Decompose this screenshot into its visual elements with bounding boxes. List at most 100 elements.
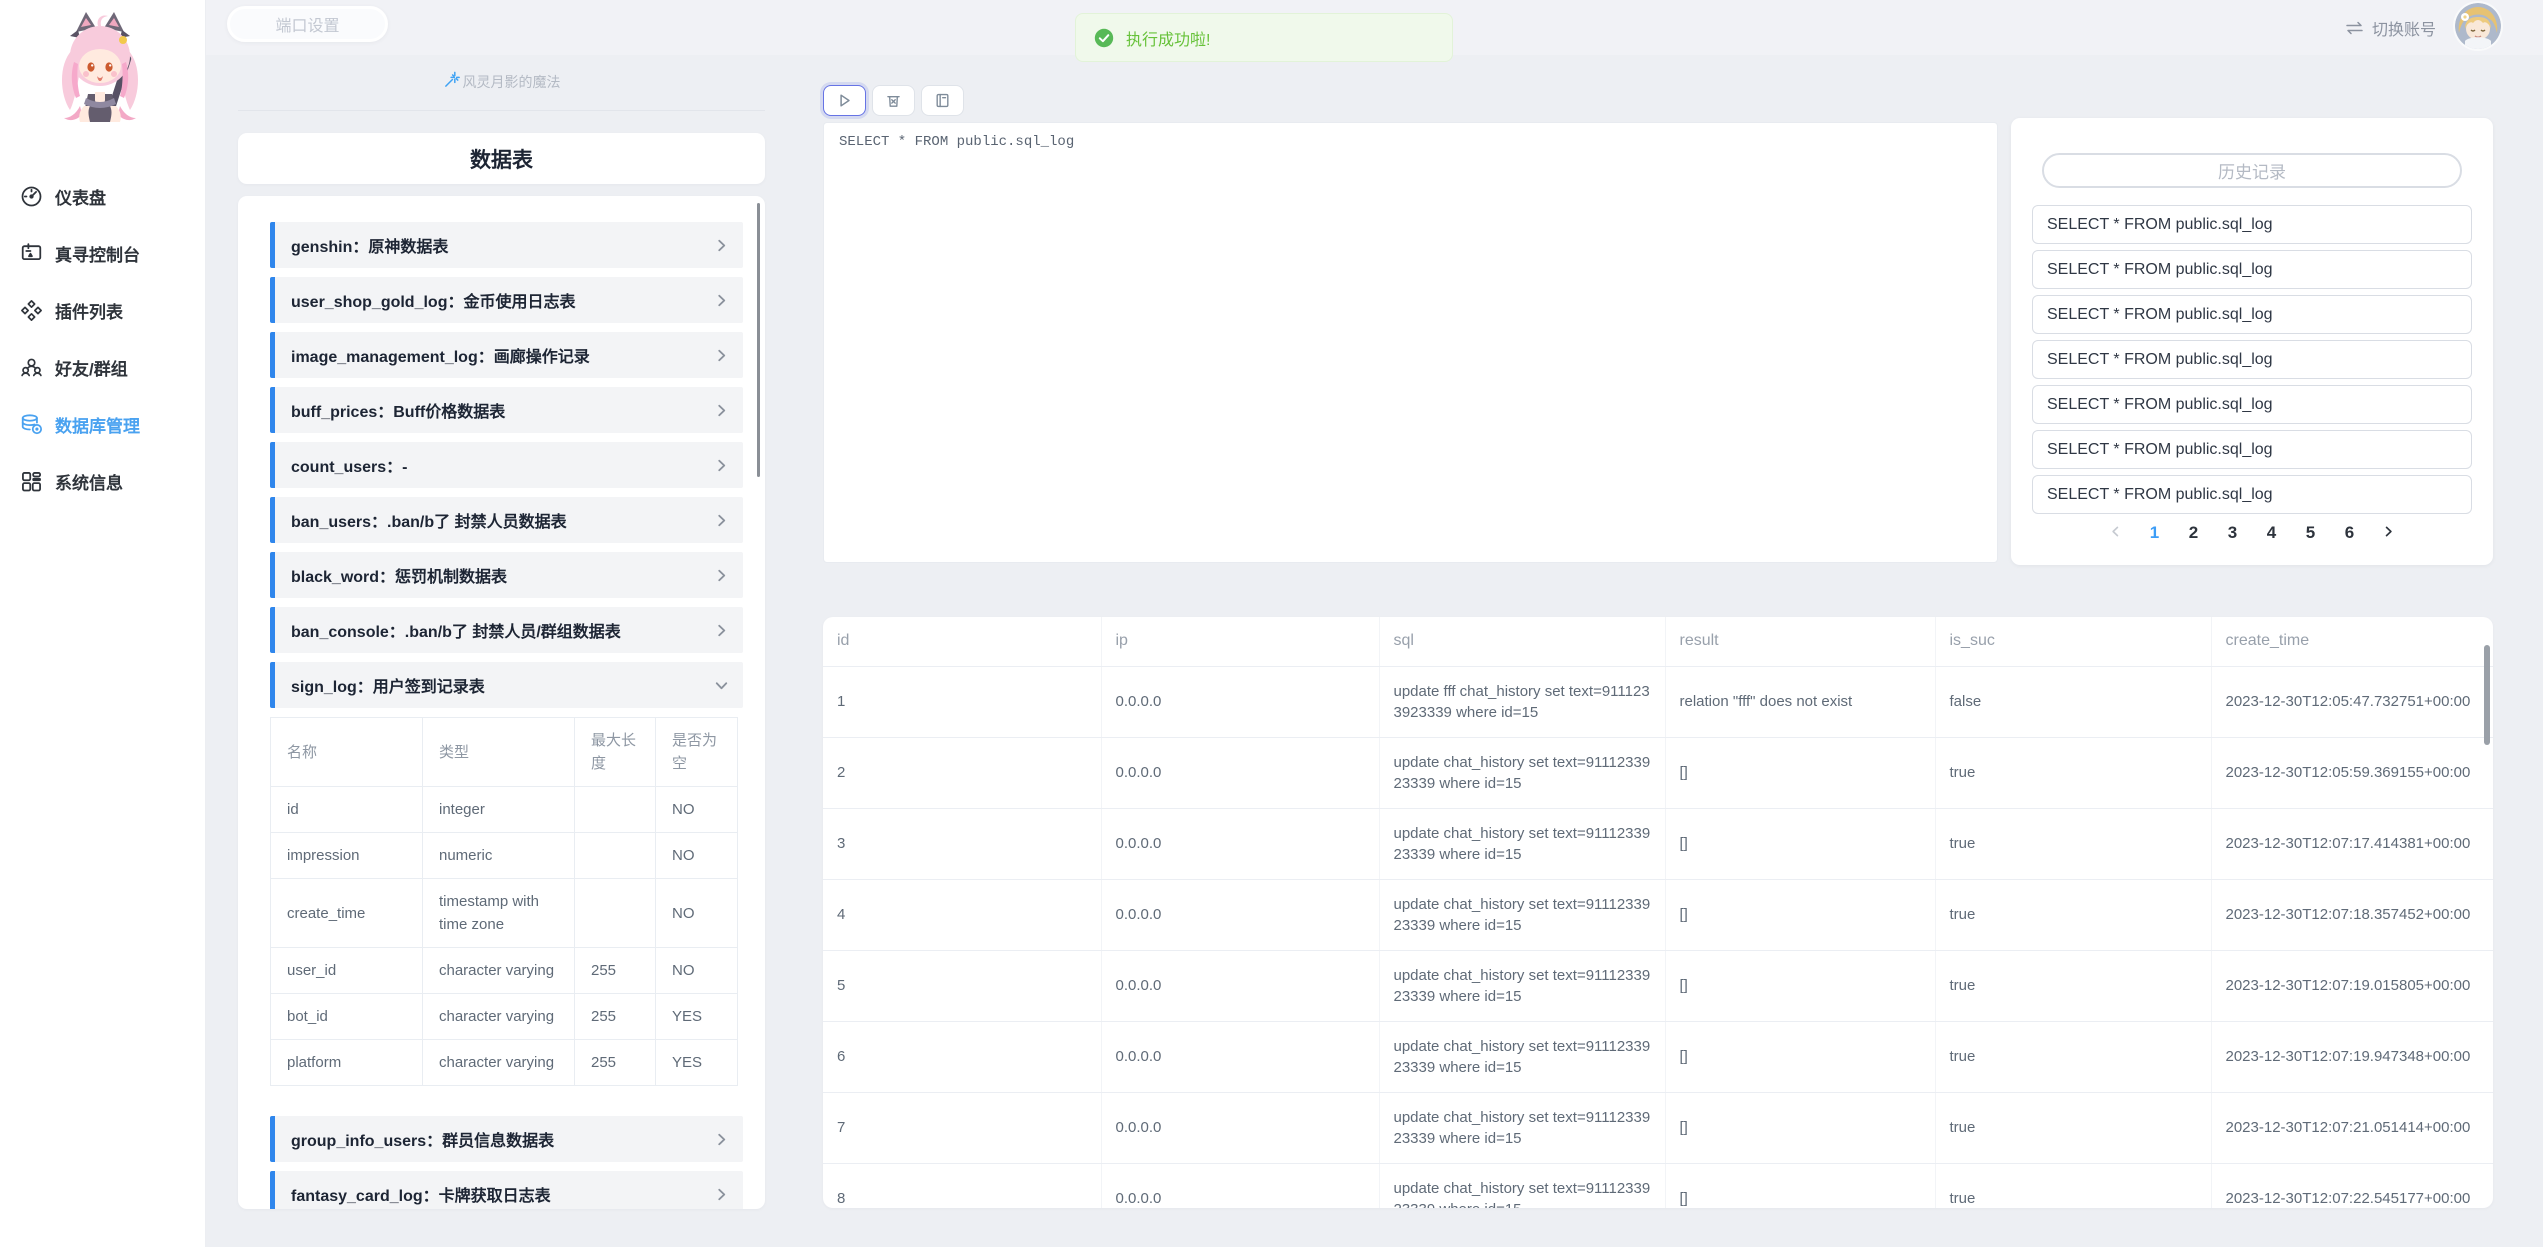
sidebar-item[interactable]: 数据库管理 bbox=[0, 396, 205, 453]
table-list-item[interactable]: count_users：- bbox=[270, 442, 743, 488]
schema-row: create_timetimestamp with time zoneNO bbox=[271, 879, 738, 948]
history-item[interactable]: SELECT * FROM public.sql_log bbox=[2032, 475, 2472, 514]
pagination-page[interactable]: 2 bbox=[2185, 523, 2203, 543]
chevron-left-icon bbox=[2109, 523, 2122, 542]
schema-header-cell: 类型 bbox=[423, 718, 575, 787]
cell-result: [] bbox=[1665, 1021, 1935, 1092]
chevron-right-icon bbox=[714, 293, 729, 308]
pagination-page[interactable]: 4 bbox=[2263, 523, 2281, 543]
column-header-ip: ip bbox=[1101, 617, 1379, 666]
results-scrollbar-thumb[interactable] bbox=[2484, 645, 2490, 745]
toast-message: 执行成功啦! bbox=[1126, 26, 1210, 50]
schema-cell: character varying bbox=[423, 948, 575, 994]
cell-id: 7 bbox=[823, 1092, 1101, 1163]
history-item[interactable]: SELECT * FROM public.sql_log bbox=[2032, 295, 2472, 334]
sidebar-item[interactable]: 系统信息 bbox=[0, 453, 205, 510]
chevron-right-icon bbox=[714, 568, 729, 583]
port-settings-button[interactable]: 端口设置 bbox=[227, 6, 388, 42]
table-item-label: count_users：- bbox=[291, 453, 407, 477]
schema-cell: NO bbox=[656, 833, 738, 879]
user-avatar[interactable] bbox=[2455, 3, 2501, 49]
switch-account-button[interactable]: 切换账号 bbox=[2345, 16, 2436, 40]
swap-arrows-icon bbox=[2345, 20, 2364, 36]
cell-is_suc: true bbox=[1935, 1021, 2211, 1092]
sidebar-item-label: 真寻控制台 bbox=[55, 241, 140, 266]
watermark: 风灵月影的魔法 bbox=[238, 72, 765, 92]
table-list-item[interactable]: ban_users：.ban/b了 封禁人员数据表 bbox=[270, 497, 743, 543]
table-list-item[interactable]: genshin：原神数据表 bbox=[270, 222, 743, 268]
cell-id: 2 bbox=[823, 737, 1101, 808]
table-list-item[interactable]: fantasy_card_log：卡牌获取日志表 bbox=[270, 1171, 743, 1209]
tables-title: 数据表 bbox=[470, 144, 533, 174]
cell-create_time: 2023-12-30T12:05:59.369155+00:00 bbox=[2211, 737, 2493, 808]
schema-row: impressionnumericNO bbox=[271, 833, 738, 879]
bot-avatar bbox=[50, 10, 150, 128]
cell-result: relation "fff" does not exist bbox=[1665, 666, 1935, 737]
table-item-label: image_management_log：画廊操作记录 bbox=[291, 343, 590, 367]
run-query-button[interactable] bbox=[823, 85, 866, 116]
cell-ip: 0.0.0.0 bbox=[1101, 1092, 1379, 1163]
table-list-item[interactable]: black_word：惩罚机制数据表 bbox=[270, 552, 743, 598]
sidebar-item[interactable]: 好友/群组 bbox=[0, 339, 205, 396]
sidebar-item-label: 插件列表 bbox=[55, 298, 123, 323]
switch-account-label: 切换账号 bbox=[2372, 16, 2436, 40]
history-item[interactable]: SELECT * FROM public.sql_log bbox=[2032, 385, 2472, 424]
tables-list: genshin：原神数据表 user_shop_gold_log：金币使用日志表i… bbox=[270, 222, 743, 1209]
history-item[interactable]: SELECT * FROM public.sql_log bbox=[2032, 250, 2472, 289]
pagination-page[interactable]: 5 bbox=[2302, 523, 2320, 543]
schema-header-cell: 最大长度 bbox=[575, 718, 656, 787]
sql-editor[interactable]: SELECT * FROM public.sql_log bbox=[823, 122, 1998, 563]
history-item[interactable]: SELECT * FROM public.sql_log bbox=[2032, 205, 2472, 244]
schema-cell: YES bbox=[656, 1040, 738, 1086]
cell-sql: update fff chat_history set text=9111233… bbox=[1379, 666, 1665, 737]
cell-is_suc: true bbox=[1935, 1092, 2211, 1163]
column-header-id: id bbox=[823, 617, 1101, 666]
sql-editor-text[interactable]: SELECT * FROM public.sql_log bbox=[824, 123, 1997, 161]
sidebar-item[interactable]: 插件列表 bbox=[0, 282, 205, 339]
schema-cell: timestamp with time zone bbox=[423, 879, 575, 948]
table-list-item[interactable]: ban_console：.ban/b了 封禁人员/群组数据表 bbox=[270, 607, 743, 653]
schema-row: user_idcharacter varying255NO bbox=[271, 948, 738, 994]
pagination-page[interactable]: 6 bbox=[2341, 523, 2359, 543]
cell-ip: 0.0.0.0 bbox=[1101, 666, 1379, 737]
table-list-item[interactable]: sign_log：用户签到记录表 bbox=[270, 662, 743, 708]
cell-create_time: 2023-12-30T12:07:17.414381+00:00 bbox=[2211, 808, 2493, 879]
pagination-next[interactable] bbox=[2380, 523, 2398, 543]
pagination-prev[interactable] bbox=[2107, 523, 2125, 543]
play-icon bbox=[836, 92, 853, 109]
schema-cell: NO bbox=[656, 787, 738, 833]
table-list-item[interactable]: image_management_log：画廊操作记录 bbox=[270, 332, 743, 378]
cell-is_suc: true bbox=[1935, 950, 2211, 1021]
cell-is_suc: true bbox=[1935, 808, 2211, 879]
cell-is_suc: true bbox=[1935, 1163, 2211, 1208]
table-list-item[interactable]: group_info_users：群员信息数据表 bbox=[270, 1116, 743, 1162]
sidebar-item[interactable]: 真寻控制台 bbox=[0, 225, 205, 282]
schema-cell bbox=[575, 879, 656, 948]
query-log-button[interactable] bbox=[921, 85, 964, 116]
table-list-item[interactable]: user_shop_gold_log：金币使用日志表 bbox=[270, 277, 743, 323]
column-header-sql: sql bbox=[1379, 617, 1665, 666]
clear-query-button[interactable] bbox=[872, 85, 915, 116]
pagination-page[interactable]: 1 bbox=[2146, 523, 2164, 543]
tables-scrollbar-thumb[interactable] bbox=[757, 203, 760, 477]
history-item[interactable]: SELECT * FROM public.sql_log bbox=[2032, 430, 2472, 469]
sidebar-item[interactable]: 仪表盘 bbox=[0, 168, 205, 225]
sidebar-item-label: 好友/群组 bbox=[55, 355, 128, 380]
friends-icon bbox=[20, 356, 43, 379]
pagination-page[interactable]: 3 bbox=[2224, 523, 2242, 543]
column-header-is_suc: is_suc bbox=[1935, 617, 2211, 666]
history-item[interactable]: SELECT * FROM public.sql_log bbox=[2032, 340, 2472, 379]
notebook-icon bbox=[934, 92, 951, 109]
cell-sql: update chat_history set text=91112339233… bbox=[1379, 950, 1665, 1021]
chevron-right-icon bbox=[714, 348, 729, 363]
success-toast: 执行成功啦! bbox=[1075, 13, 1453, 62]
column-header-result: result bbox=[1665, 617, 1935, 666]
table-list-item[interactable]: buff_prices：Buff价格数据表 bbox=[270, 387, 743, 433]
table-row: 80.0.0.0update chat_history set text=911… bbox=[823, 1163, 2493, 1208]
schema-cell: 255 bbox=[575, 948, 656, 994]
chevron-right-icon bbox=[714, 623, 729, 638]
port-settings-label: 端口设置 bbox=[275, 12, 339, 36]
table-row: 70.0.0.0update chat_history set text=911… bbox=[823, 1092, 2493, 1163]
sidebar-item-label: 系统信息 bbox=[55, 469, 123, 494]
table-item-label: user_shop_gold_log：金币使用日志表 bbox=[291, 288, 575, 312]
